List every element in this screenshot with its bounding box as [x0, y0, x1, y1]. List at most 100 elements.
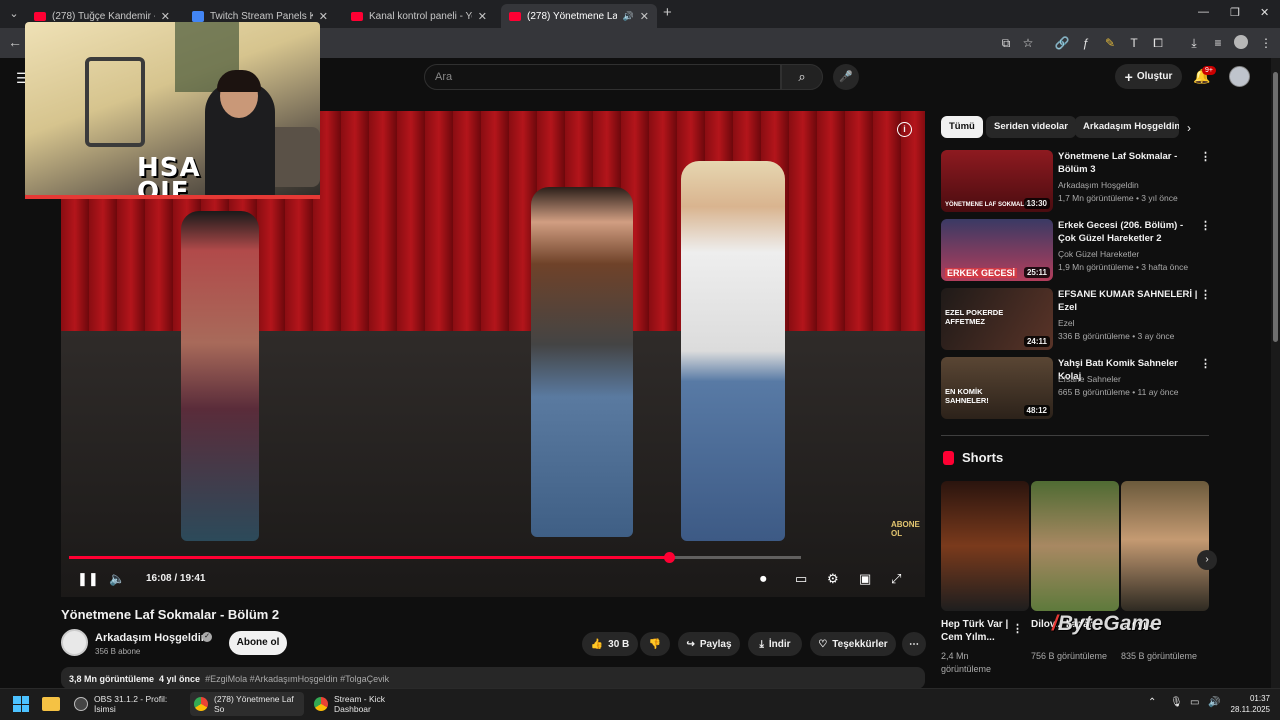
- progress-bar[interactable]: [69, 552, 801, 563]
- channel-name[interactable]: Arkadaşım Hoşgeldin: [95, 632, 207, 644]
- more-vert-icon[interactable]: ⋮: [1200, 219, 1211, 232]
- video-thumbnail[interactable]: ERKEK GECESİ 25:11: [941, 219, 1053, 281]
- display-icon[interactable]: ▭: [1190, 697, 1199, 708]
- create-button[interactable]: + Oluştur: [1115, 64, 1182, 89]
- description-box[interactable]: 3,8 Mn görüntüleme 4 yıl önce #EzgiMola …: [61, 667, 925, 689]
- video-thumbnail[interactable]: YÖNETMENE LAF SOKMALAR 13:30: [941, 150, 1053, 212]
- chip-all[interactable]: Tümü: [941, 116, 983, 138]
- back-arrow-icon[interactable]: ←: [8, 34, 22, 50]
- system-clock[interactable]: 01:37 28.11.2025: [1228, 693, 1270, 715]
- plus-icon: +: [1124, 68, 1133, 85]
- volume-icon[interactable]: 🔈: [109, 571, 125, 587]
- browser-profile-avatar[interactable]: [1234, 35, 1248, 49]
- cast-icon[interactable]: ⧉: [998, 35, 1014, 51]
- download-icon[interactable]: ⤓: [1186, 35, 1202, 51]
- close-icon[interactable]: ✕: [161, 10, 170, 23]
- chrome-icon: [314, 697, 328, 711]
- hashtags[interactable]: #EzgiMola #ArkadaşımHoşgeldin #TolgaÇevi…: [205, 674, 389, 684]
- bookmark-star-icon[interactable]: ☆: [1020, 35, 1036, 51]
- link-extension-icon[interactable]: 🔗: [1054, 35, 1070, 51]
- short-thumbnail[interactable]: [1031, 481, 1119, 611]
- file-explorer-icon[interactable]: [42, 697, 60, 711]
- puzzle-extensions-icon[interactable]: ⧠: [1150, 35, 1166, 51]
- taskbar-item-chrome-youtube[interactable]: (278) Yönetmene Laf So: [190, 692, 304, 716]
- close-icon[interactable]: ✕: [478, 10, 487, 23]
- close-icon[interactable]: ✕: [640, 10, 649, 23]
- channel-avatar[interactable]: [61, 629, 88, 656]
- share-button[interactable]: ↪ Paylaş: [678, 632, 740, 656]
- more-vert-icon[interactable]: ⋮: [1200, 150, 1211, 163]
- miniplayer-icon[interactable]: ▣: [859, 571, 871, 587]
- recommendation-item[interactable]: EZEL POKERDE AFFETMEZ 24:11 EFSANE KUMAR…: [941, 288, 1211, 350]
- download-button[interactable]: ⤓ İndir: [748, 632, 802, 656]
- browser-tab-active[interactable]: (278) Yönetmene Laf Sokma 🔊 ✕: [501, 4, 657, 28]
- like-button[interactable]: 👍 30 B: [582, 632, 638, 656]
- video-title: Yönetmene Laf Sokmalar - Bölüm 2: [61, 607, 280, 622]
- minimize-icon[interactable]: —: [1198, 6, 1209, 18]
- video-thumbnail[interactable]: EZEL POKERDE AFFETMEZ 24:11: [941, 288, 1053, 350]
- volume-tray-icon[interactable]: 🔊: [1208, 697, 1220, 708]
- audio-playing-icon[interactable]: 🔊: [623, 11, 634, 22]
- microphone-icon[interactable]: 🎙: [1170, 697, 1183, 708]
- more-actions-button[interactable]: ⋯: [902, 632, 926, 656]
- browser-tab[interactable]: Kanal kontrol paneli - YouTube ✕: [343, 4, 495, 28]
- chevron-right-icon[interactable]: ›: [1187, 121, 1191, 135]
- script-extension-icon[interactable]: ƒ: [1078, 35, 1094, 51]
- chrome-icon: [194, 697, 208, 711]
- tray-chevron-up-icon[interactable]: ⌃: [1148, 697, 1156, 708]
- thanks-heart-icon: ♡: [818, 638, 828, 650]
- document-icon: [192, 10, 204, 22]
- window-close-icon[interactable]: ✕: [1260, 6, 1269, 19]
- thumbs-down-icon: 👎: [648, 638, 662, 650]
- time-display: 16:08 / 19:41: [146, 573, 206, 584]
- tab-search-chevron-icon[interactable]: ⌄: [4, 4, 24, 24]
- search-input[interactable]: Ara: [424, 64, 781, 90]
- obs-icon: [74, 697, 88, 711]
- voice-search-mic-icon[interactable]: 🎤: [833, 64, 859, 90]
- more-dots-icon: ⋯: [909, 638, 919, 650]
- channel-logo: HSA OJF: [137, 153, 201, 198]
- browser-menu-icon[interactable]: ⋮: [1258, 35, 1274, 51]
- subscribe-button[interactable]: Abone ol: [229, 631, 287, 655]
- subscribe-watermark[interactable]: ABONE OL: [891, 520, 920, 538]
- youtube-icon: [509, 11, 521, 21]
- pause-icon[interactable]: ❚❚: [77, 571, 99, 587]
- chip-channel[interactable]: Arkadaşım Hoşgeldin: [1075, 116, 1179, 138]
- short-title[interactable]: Hep Türk Var | Cem Yılm...: [941, 618, 1017, 644]
- autoplay-toggle-icon[interactable]: ⏺: [760, 571, 767, 587]
- subtitles-icon[interactable]: ▭: [795, 571, 807, 587]
- search-icon: ⌕: [798, 69, 806, 84]
- close-icon[interactable]: ✕: [319, 10, 328, 23]
- thanks-button[interactable]: ♡ Teşekkürler: [810, 632, 896, 656]
- account-avatar[interactable]: [1229, 66, 1250, 87]
- recommendation-item[interactable]: EN KOMİK SAHNELER! 48:12 Yahşi Batı Komi…: [941, 357, 1211, 419]
- more-vert-icon[interactable]: ⋮: [1200, 357, 1211, 370]
- scrollbar-thumb[interactable]: [1273, 72, 1278, 342]
- settings-gear-icon[interactable]: ⚙: [827, 571, 839, 587]
- recommendation-item[interactable]: YÖNETMENE LAF SOKMALAR 13:30 Yönetmene L…: [941, 150, 1211, 212]
- more-vert-icon[interactable]: ⋮: [1200, 288, 1211, 301]
- sim-rig: [85, 57, 145, 147]
- new-tab-plus-icon[interactable]: +: [663, 4, 672, 21]
- chip-series[interactable]: Seriden videolar: [986, 116, 1076, 138]
- taskbar-item-obs[interactable]: OBS 31.1.2 - Profil: İsimsi: [70, 692, 184, 716]
- search-button[interactable]: ⌕: [781, 64, 823, 90]
- maximize-icon[interactable]: ❐: [1230, 6, 1240, 19]
- more-vert-icon[interactable]: ⋮: [1012, 622, 1023, 635]
- windows-start-icon[interactable]: [13, 696, 29, 712]
- fullscreen-icon[interactable]: ⤢: [891, 571, 901, 587]
- translate-extension-icon[interactable]: T: [1126, 35, 1142, 51]
- short-thumbnail[interactable]: [941, 481, 1029, 611]
- recommendation-item[interactable]: ERKEK GECESİ 25:11 Erkek Gecesi (206. Bö…: [941, 219, 1211, 281]
- page-scrollbar[interactable]: [1271, 58, 1280, 688]
- info-icon[interactable]: i: [897, 122, 912, 137]
- taskbar-item-chrome-kick[interactable]: Stream - Kick Dashboar: [310, 692, 424, 716]
- video-thumbnail[interactable]: EN KOMİK SAHNELER! 48:12: [941, 357, 1053, 419]
- key-extension-icon[interactable]: ✎: [1102, 35, 1118, 51]
- share-arrow-icon: ↪: [686, 638, 695, 650]
- reading-list-icon[interactable]: ≡: [1210, 35, 1226, 51]
- short-thumbnail[interactable]: [1121, 481, 1209, 611]
- webcam-accent-bar: [25, 195, 320, 199]
- dislike-button[interactable]: 👎: [640, 632, 670, 656]
- shorts-next-chevron-icon[interactable]: ›: [1197, 550, 1217, 570]
